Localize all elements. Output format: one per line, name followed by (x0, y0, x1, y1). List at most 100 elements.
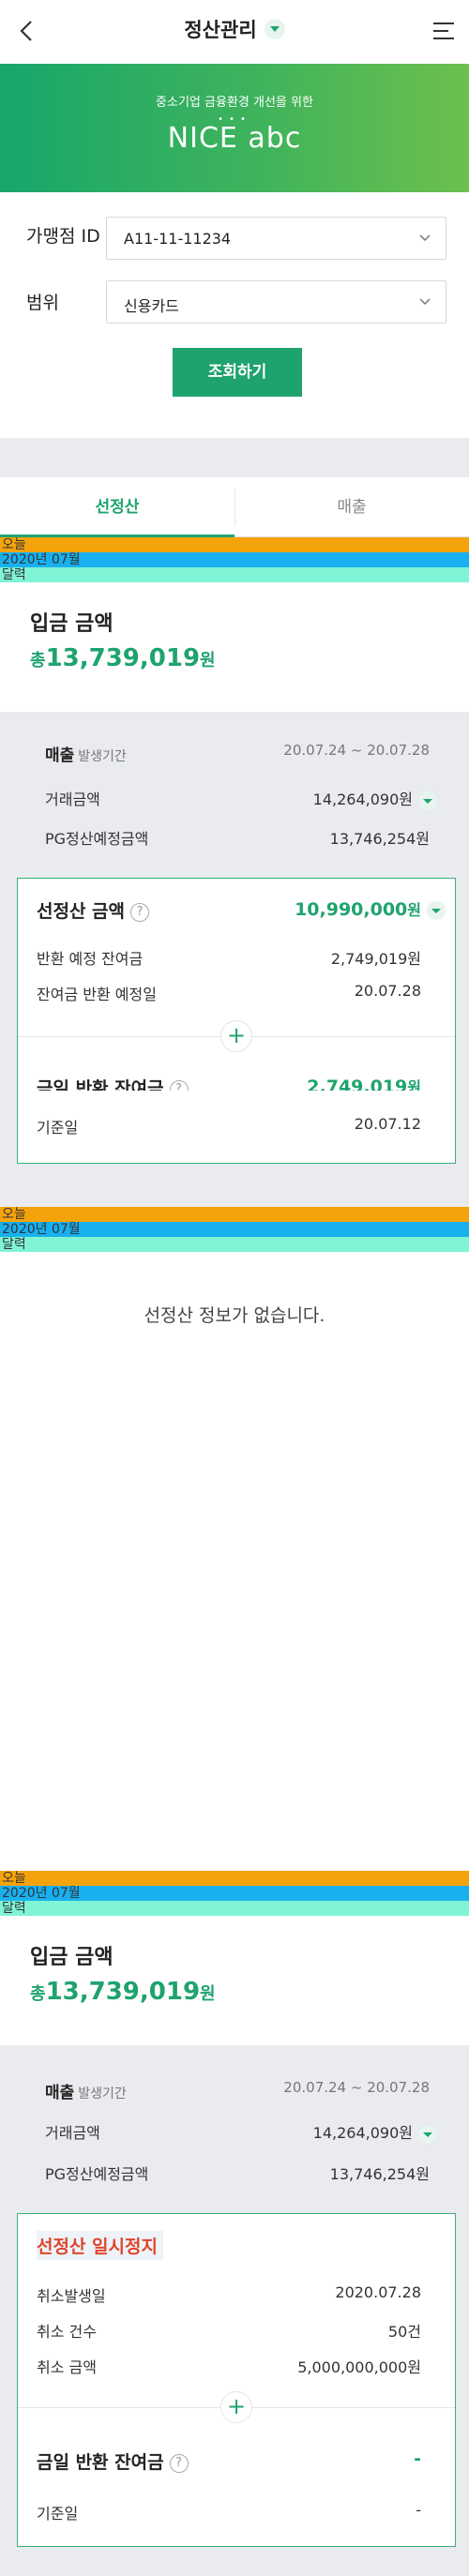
trade-value: 14,264,090 (312, 791, 400, 808)
page-title: 정산관리 (184, 19, 257, 41)
merchant-id-value: A11-11-11234 (124, 230, 232, 248)
deposit-unit: 원 (200, 1984, 216, 2004)
plus-icon[interactable]: + (220, 2391, 252, 2423)
deposit-amount: 총13,739,019원 (30, 1978, 216, 2006)
period-value: 20.07.24 ~ 20.07.28 (283, 2079, 430, 2096)
settlement-detail: 매출 발생기간 20.07.24 ~ 20.07.28 거래금액 14,264,0… (0, 2045, 469, 2576)
calendar-button[interactable]: 달력 (0, 567, 469, 582)
calendar-button[interactable]: 달력 (0, 1901, 469, 1916)
deposit-summary: 입금 금액 총13,739,019원 (0, 582, 469, 712)
unit: 원 (407, 2358, 421, 2376)
deposit-amount: 총13,739,019원 (30, 644, 216, 672)
cancel-date-value: 2020.07.28 (335, 2283, 421, 2301)
chevron-down-icon[interactable] (264, 19, 285, 39)
merchant-id-label: 가맹점 ID (26, 226, 100, 247)
tab-pre-settlement[interactable]: 선정산 (0, 477, 234, 537)
return-date-row: 잔여금 반환 예정일 20.07.28 (37, 982, 421, 1003)
unit: 원 (416, 830, 430, 848)
chevron-down-icon (419, 234, 431, 242)
base-date-label: 기준일 (37, 2505, 79, 2523)
empty-state: 선정산 정보가 없습니다. (0, 1252, 469, 1871)
search-form: 가맹점 ID A11-11-11234 범위 신용카드 조회하기 (0, 192, 469, 438)
deposit-amount-value: 13,739,019 (45, 644, 201, 672)
today-return-title: 금일 반환 잔여금? (37, 2448, 189, 2474)
cancel-count-label: 취소 건수 (37, 2323, 97, 2341)
tab-bar: 선정산 매출 (0, 477, 469, 537)
sales-period-row: 매출 발생기간 20.07.24 ~ 20.07.28 (45, 2079, 430, 2102)
sales-label: 매출 (45, 2084, 75, 2102)
scope-value: 신용카드 (124, 297, 179, 315)
pre-settlement-title: 선정산 금액 (37, 901, 126, 922)
deposit-unit: 원 (200, 651, 216, 670)
unit: 원 (407, 901, 421, 919)
period-label: 발생기간 (78, 2086, 127, 2101)
unit: 원 (399, 791, 413, 808)
banner-brand: NICE abc (167, 122, 302, 155)
chevron-down-icon (419, 298, 431, 306)
search-button[interactable]: 조회하기 (173, 348, 302, 397)
title-wrap[interactable]: 정산관리 (0, 15, 469, 43)
cancel-count-row: 취소 건수 50건 (37, 2319, 421, 2341)
banner-subtitle: 중소기업 금융환경 개선을 위한 (156, 96, 313, 110)
base-date-value: - (416, 2501, 421, 2519)
date-strip: 오늘 2020년 07월 달력 (0, 1207, 469, 1252)
empty-message: 선정산 정보가 없습니다. (144, 1305, 325, 1326)
cancel-date-label: 취소발생일 (37, 2287, 106, 2305)
trade-amount[interactable]: 14,264,090원 (313, 787, 437, 810)
cancel-amount-label: 취소 금액 (37, 2358, 97, 2376)
cancel-date-row: 취소발생일 2020.07.28 (37, 2283, 421, 2305)
deposit-label: 입금 금액 (30, 1946, 113, 1969)
today-button[interactable]: 오늘 (0, 537, 469, 552)
chevron-down-icon[interactable] (418, 2124, 437, 2144)
month-selector[interactable]: 2020년 07월 (0, 552, 469, 567)
section-divider (0, 438, 469, 477)
paused-settlement-card: 선정산 일시정지 취소발생일 2020.07.28 취소 건수 50건 취소 금… (17, 2213, 456, 2547)
pg-label: PG정산예정금액 (45, 830, 149, 848)
base-date-value: 20.07.12 (354, 1115, 421, 1133)
base-date-row: 기준일 20.07.12 (37, 1115, 421, 1137)
period-value: 20.07.24 ~ 20.07.28 (283, 742, 430, 759)
trade-amount-row: 거래금액 14,264,090원 (45, 787, 437, 810)
unit: 원 (407, 950, 421, 968)
merchant-id-select[interactable]: A11-11-11234 (106, 217, 446, 260)
app-header: 정산관리 (0, 0, 469, 64)
promo-banner: 중소기업 금융환경 개선을 위한 ••• NICE abc (0, 64, 469, 192)
today-return-label: 금일 반환 잔여금 (37, 2452, 164, 2473)
base-date-row: 기준일 - (37, 2501, 421, 2523)
pre-settlement-amount-wrap[interactable]: 10,990,000원 (295, 897, 446, 920)
scope-select[interactable]: 신용카드 (106, 280, 446, 324)
deposit-prefix: 총 (30, 1984, 46, 2004)
tab-sales[interactable]: 매출 (234, 477, 469, 537)
chevron-down-icon[interactable] (427, 900, 446, 920)
pg-amount-row: PG정산예정금액 13,746,254원 (45, 826, 430, 849)
calendar-button[interactable]: 달력 (0, 1237, 469, 1252)
help-icon[interactable]: ? (130, 902, 150, 922)
month-selector[interactable]: 2020년 07월 (0, 1222, 469, 1237)
base-date-label: 기준일 (37, 1119, 79, 1137)
cancel-amount-row: 취소 금액 5,000,000,000원 (37, 2355, 421, 2376)
month-selector[interactable]: 2020년 07월 (0, 1886, 469, 1901)
return-balance-value: 2,749,019 (330, 950, 408, 968)
hamburger-menu-icon[interactable] (430, 17, 458, 45)
card-title: 선정산 일시정지 (37, 2231, 163, 2260)
help-icon[interactable]: ? (169, 2453, 189, 2473)
deposit-label: 입금 금액 (30, 612, 113, 636)
cancel-amount-value: 5,000,000,000 (297, 2358, 408, 2376)
trade-amount[interactable]: 14,264,090원 (313, 2120, 437, 2144)
unit: 원 (399, 2124, 413, 2142)
period-label: 발생기간 (78, 749, 127, 764)
plus-icon[interactable]: + (220, 1020, 252, 1052)
pg-value: 13,746,254 (329, 830, 416, 848)
return-balance-row: 반환 예정 잔여금 2,749,019원 (37, 946, 421, 968)
card-title: 선정산 금액? (37, 897, 150, 923)
today-button[interactable]: 오늘 (0, 1871, 469, 1886)
sales-label: 매출 (45, 746, 75, 765)
pg-value: 13,746,254 (329, 2165, 416, 2183)
deposit-summary: 입금 금액 총13,739,019원 (0, 1916, 469, 2045)
today-button[interactable]: 오늘 (0, 1207, 469, 1222)
pre-settlement-card: 선정산 금액? 10,990,000원 반환 예정 잔여금 2,749,019원… (17, 878, 456, 1119)
return-balance-label: 반환 예정 잔여금 (37, 950, 144, 968)
chevron-down-icon[interactable] (418, 791, 437, 810)
pre-settlement-amount: 10,990,000 (295, 899, 408, 920)
trade-label: 거래금액 (45, 2124, 100, 2142)
